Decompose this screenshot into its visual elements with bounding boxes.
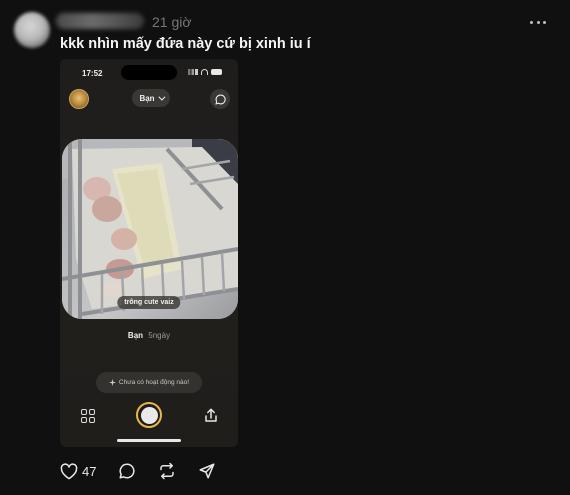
audience-label: Bạn	[139, 93, 155, 103]
battery-icon	[211, 69, 222, 75]
heart-icon	[60, 462, 78, 479]
photo-caption: trông cute vaiz	[117, 296, 181, 309]
shutter-button	[136, 402, 162, 428]
wifi-icon	[201, 69, 208, 75]
sender-info: Bạn 5ngày	[60, 331, 238, 340]
sparkle-icon	[108, 379, 116, 386]
attached-screenshot[interactable]: 17:52 Bạn trông cute vaiz Bạn 5ngày Chưa…	[60, 59, 238, 447]
status-time: 17:52	[82, 69, 103, 78]
like-count: 47	[82, 463, 97, 479]
username-redacted[interactable]	[56, 13, 144, 29]
home-indicator	[117, 439, 181, 442]
share-button[interactable]	[198, 462, 216, 480]
like-button[interactable]: 47	[60, 462, 97, 480]
send-icon	[199, 463, 215, 479]
more-horizontal-icon[interactable]	[530, 14, 546, 30]
sent-ago: 5ngày	[148, 331, 171, 340]
reply-button[interactable]	[118, 462, 136, 480]
activity-pill: Chưa có hoạt động nào!	[96, 372, 202, 393]
comment-icon	[119, 463, 136, 479]
status-icons	[188, 69, 222, 75]
grid-icon	[81, 409, 95, 423]
baby-photo	[62, 139, 238, 319]
chevron-down-icon	[157, 93, 166, 101]
upload-icon	[204, 408, 218, 428]
app-profile-avatar	[69, 89, 89, 109]
audience-selector: Bạn	[132, 89, 170, 107]
dynamic-island	[121, 65, 177, 80]
activity-text: Chưa có hoạt động nào!	[118, 379, 190, 386]
avatar[interactable]	[14, 12, 50, 48]
post-actions: 47	[60, 462, 238, 480]
post-time: 21 giờ	[152, 14, 192, 30]
post-caption: kkk nhìn mấy đứa này cứ bị xinh iu í	[60, 36, 311, 52]
thread-post: 21 giờ kkk nhìn mấy đứa này cứ bị xinh i…	[0, 0, 570, 495]
repost-icon	[160, 462, 175, 480]
sender-name: Bạn	[127, 331, 144, 340]
repost-button[interactable]	[158, 462, 176, 480]
signal-icon	[188, 69, 198, 75]
chat-bubble-icon	[210, 89, 230, 109]
